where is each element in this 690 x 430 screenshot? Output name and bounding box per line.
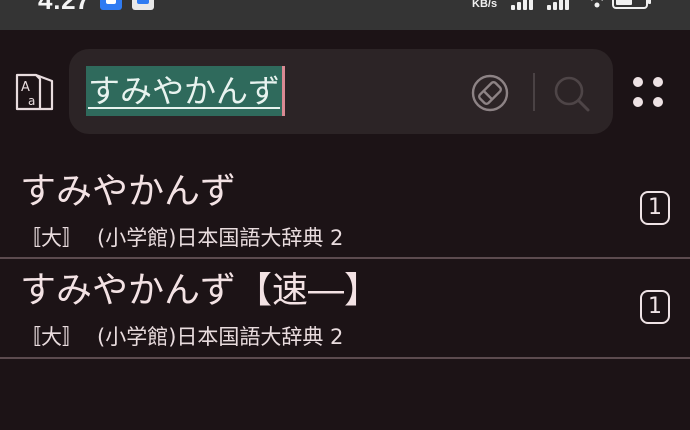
more-grid-icon[interactable] — [630, 74, 666, 110]
result-dictionary: 〚大〛 (小学館)日本国語大辞典 2 — [20, 323, 343, 351]
dict-name: (小学館)日本国語大辞典 2 — [97, 226, 344, 250]
dictionary-switch-icon[interactable]: A a — [14, 72, 56, 112]
row-divider — [0, 357, 690, 359]
notification-app-icon — [100, 0, 122, 10]
result-item[interactable]: すみやかんず 〚大〛 (小学館)日本国語大辞典 2 1 — [0, 160, 690, 259]
dict-tag: 〚大〛 — [20, 226, 83, 250]
result-dictionary: 〚大〛 (小学館)日本国語大辞典 2 — [20, 224, 343, 252]
search-divider — [533, 73, 535, 111]
result-word: すみやかんず【速―】 — [20, 270, 381, 311]
network-speed: KB/s — [472, 0, 498, 10]
result-list: すみやかんず 〚大〛 (小学館)日本国語大辞典 2 1 すみやかんず【速―】 〚大… — [0, 160, 690, 359]
dict-name: (小学館)日本国語大辞典 2 — [97, 325, 344, 349]
svg-text:A: A — [21, 80, 30, 95]
signal-strength-2-icon — [547, 0, 577, 10]
status-bar: 4:27 KB/s — [0, 0, 690, 30]
result-count-badge: 1 — [640, 290, 670, 324]
battery-icon — [612, 0, 651, 9]
svg-text:a: a — [28, 94, 35, 108]
app-root: 4:27 KB/s A a すみやかんず すみやかんず 〚大〛 (小学館)日本国… — [0, 0, 690, 430]
result-count-badge: 1 — [640, 191, 670, 225]
result-word: すみやかんず — [20, 171, 237, 212]
wifi-icon — [591, 0, 603, 8]
clear-eraser-icon[interactable] — [470, 73, 510, 113]
search-input[interactable]: すみやかんず — [86, 66, 286, 116]
result-item[interactable]: すみやかんず【速―】 〚大〛 (小学館)日本国語大辞典 2 1 — [0, 259, 690, 359]
signal-strength-icon — [511, 0, 541, 10]
notification-message-icon — [132, 0, 154, 10]
dict-tag: 〚大〛 — [20, 325, 83, 349]
status-time: 4:27 — [38, 0, 91, 15]
search-icon[interactable] — [551, 73, 591, 113]
